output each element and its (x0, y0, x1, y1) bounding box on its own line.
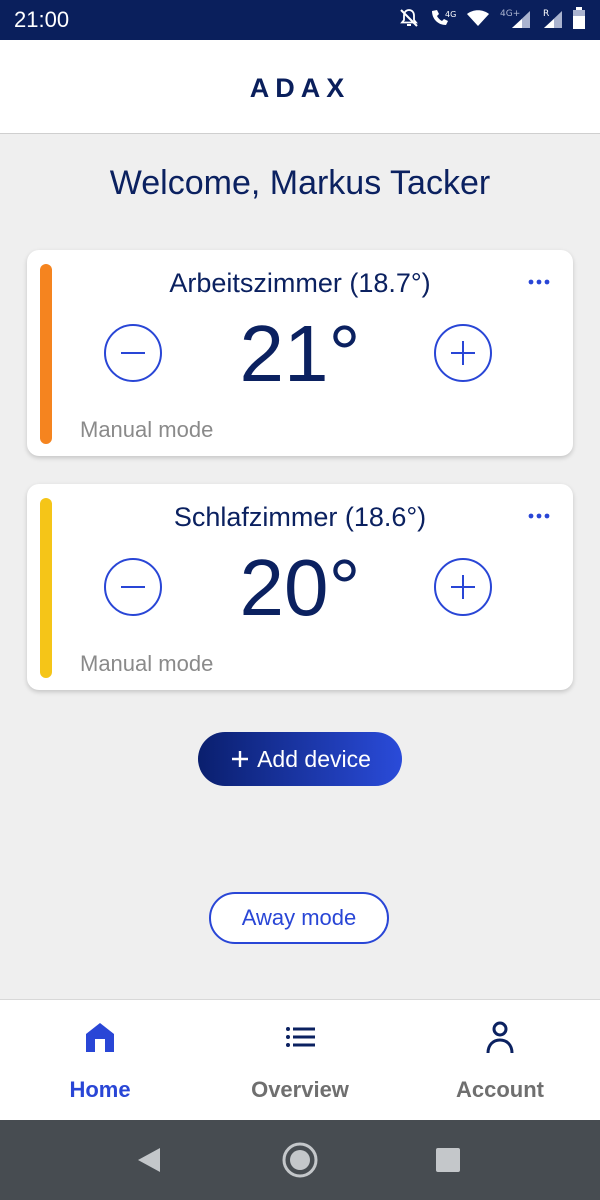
list-icon (286, 1027, 315, 1047)
plus-icon (451, 341, 475, 365)
nav-account[interactable]: Account (400, 1000, 600, 1121)
signal-label-4g: 4G (445, 10, 456, 19)
status-time: 21:00 (14, 7, 70, 32)
nav-overview[interactable]: Overview (200, 1000, 400, 1121)
plus-icon (451, 575, 475, 599)
home-button-icon[interactable] (280, 1140, 320, 1180)
away-mode-label: Away mode (241, 905, 357, 930)
battery-icon (573, 7, 585, 29)
device-mode: Manual mode (80, 651, 214, 676)
increase-temperature-button[interactable] (434, 558, 492, 616)
add-device-button[interactable]: Add device (198, 732, 402, 786)
cell-signal-icon-2: R (543, 9, 562, 28)
person-icon (486, 1021, 514, 1054)
recents-icon[interactable] (428, 1140, 468, 1180)
back-icon[interactable] (130, 1140, 170, 1180)
nav-label-account: Account (456, 1077, 544, 1102)
home-icon (86, 1023, 114, 1052)
status-bar: 21:00 4G 4G+ R (0, 0, 600, 40)
device-mode: Manual mode (80, 417, 214, 442)
status-icons: 4G 4G+ R (398, 6, 586, 30)
notifications-off-icon (400, 9, 418, 27)
add-device-label: Add device (257, 745, 371, 772)
app-header: ADAX (0, 40, 600, 134)
logo-text: ADAX (250, 76, 351, 100)
system-navigation-bar (0, 1120, 600, 1200)
wifi-icon (467, 10, 489, 26)
signal-label-4g-plus: 4G+ (500, 9, 520, 19)
away-mode-button[interactable]: Away mode (209, 892, 389, 944)
more-options-icon[interactable] (527, 276, 551, 288)
device-card-arbeitszimmer[interactable]: Arbeitszimmer (18.7°) 21° Manual mode (27, 250, 573, 456)
nav-home[interactable]: Home (0, 1000, 200, 1121)
cell-signal-icon-1: 4G+ (500, 9, 530, 28)
signal-label-roaming: R (543, 9, 549, 19)
nav-label-home: Home (69, 1077, 131, 1102)
nav-label-overview: Overview (251, 1077, 349, 1102)
wifi-calling-icon: 4G (432, 10, 456, 25)
bottom-navigation: Home Overview Account (0, 999, 600, 1121)
device-card-schlafzimmer[interactable]: Schlafzimmer (18.6°) 20° Manual mode (27, 484, 573, 690)
device-title: Arbeitszimmer (18.7°) (169, 268, 431, 298)
device-title: Schlafzimmer (18.6°) (173, 502, 427, 532)
adax-logo: ADAX (250, 76, 351, 100)
welcome-heading: Welcome, Markus Tacker (109, 164, 491, 202)
increase-temperature-button[interactable] (434, 324, 492, 382)
more-options-icon[interactable] (527, 510, 551, 522)
plus-icon (232, 751, 249, 767)
